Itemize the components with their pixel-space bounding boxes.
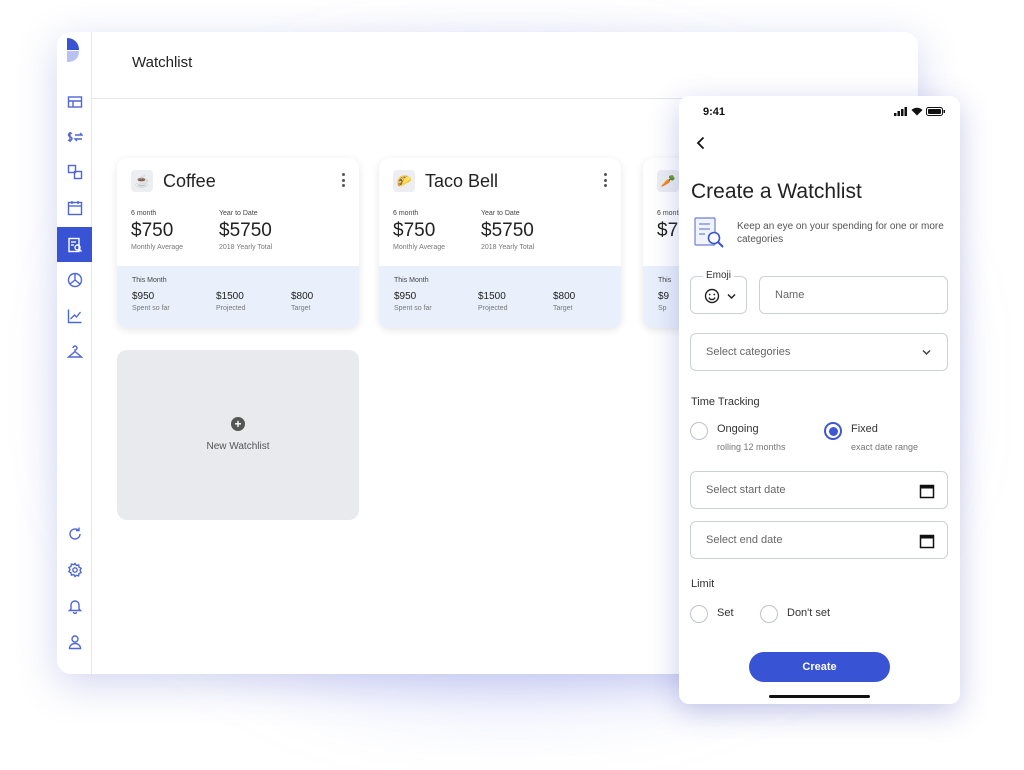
- ongoing-radio[interactable]: [690, 422, 708, 440]
- more-options-icon[interactable]: [603, 173, 607, 187]
- categories-select[interactable]: Select categories: [690, 333, 948, 371]
- bell-icon[interactable]: [57, 590, 92, 622]
- user-icon[interactable]: [57, 626, 92, 658]
- dashboard-icon[interactable]: [57, 86, 92, 118]
- dont-set-radio[interactable]: [760, 605, 778, 623]
- page-title: Watchlist: [132, 54, 193, 71]
- refresh-icon[interactable]: [57, 518, 92, 550]
- chevron-down-icon: [922, 349, 931, 356]
- this-month-panel: This Month $950 Spent so far $1500 Project…: [117, 266, 359, 328]
- calendar-icon[interactable]: [919, 483, 935, 499]
- set-label: Set: [717, 607, 734, 619]
- spent-stat: $950 Spent so far: [132, 291, 170, 312]
- watchlist-icon[interactable]: [57, 227, 92, 262]
- end-date-input[interactable]: Select end date: [690, 521, 948, 559]
- start-date-input[interactable]: Select start date: [690, 471, 948, 509]
- wifi-icon: [911, 107, 923, 116]
- sidebar: [57, 32, 92, 674]
- emoji-picker[interactable]: Emoji: [690, 270, 747, 314]
- status-time: 9:41: [703, 106, 726, 118]
- settings-icon[interactable]: [57, 554, 92, 586]
- ytd-stat: Year to Date $5750 2018 Yearly Total: [481, 210, 535, 251]
- screen-title: Create a Watchlist: [691, 180, 862, 203]
- new-watchlist-button[interactable]: + New Watchlist: [117, 350, 359, 520]
- calendar-icon[interactable]: [57, 192, 92, 224]
- mobile-create-watchlist-screen: 9:41 Create a Watchlist Keep an eye on y…: [679, 96, 960, 704]
- carrot-emoji-icon: 🥕: [657, 170, 679, 192]
- ongoing-label: Ongoing: [717, 423, 759, 435]
- spent-stat: $950 Spent so far: [394, 291, 432, 312]
- trend-icon[interactable]: [57, 300, 92, 332]
- logo-icon: [67, 38, 79, 62]
- target-stat: $800 Target: [553, 291, 576, 312]
- set-radio[interactable]: [690, 605, 708, 623]
- this-month-panel: This Month $950 Spent so far $1500 Project…: [379, 266, 621, 328]
- smiley-icon: [704, 288, 720, 304]
- spent-stat: $9 Sp: [658, 291, 670, 312]
- topbar: Watchlist: [92, 32, 918, 99]
- name-input[interactable]: Name: [759, 276, 948, 314]
- accounts-icon[interactable]: [57, 156, 92, 188]
- card-title: Coffee: [163, 170, 216, 191]
- projected-stat: $1500 Projected: [478, 291, 508, 312]
- transfer-icon[interactable]: [57, 121, 92, 153]
- battery-icon: [926, 107, 945, 116]
- plus-icon: +: [231, 417, 245, 431]
- create-button[interactable]: Create: [749, 652, 890, 682]
- ongoing-sublabel: rolling 12 months: [717, 442, 786, 452]
- watchlist-card-coffee[interactable]: ☕ Coffee 6 month $750 Monthly Average Ye…: [117, 158, 359, 328]
- coffee-emoji-icon: ☕: [131, 170, 153, 192]
- dont-set-label: Don't set: [787, 607, 831, 619]
- emoji-label: Emoji: [703, 270, 735, 281]
- status-icons: [894, 107, 946, 116]
- time-tracking-label: Time Tracking: [691, 396, 760, 408]
- intro-text: Keep an eye on your spending for one or …: [737, 221, 944, 245]
- pie-chart-icon[interactable]: [57, 264, 92, 296]
- taco-emoji-icon: 🌮: [393, 170, 415, 192]
- signal-icon: [894, 107, 907, 116]
- six-month-stat: 6 month $750 Monthly Average: [393, 210, 446, 251]
- watchlist-card-taco-bell[interactable]: 🌮 Taco Bell 6 month $750 Monthly Average…: [379, 158, 621, 328]
- fixed-radio[interactable]: [824, 422, 842, 440]
- hanger-icon[interactable]: [57, 336, 92, 368]
- ytd-stat: Year to Date $5750 2018 Yearly Total: [219, 210, 273, 251]
- watchlist-illustration-icon: [694, 217, 724, 248]
- back-arrow-icon[interactable]: [694, 136, 708, 150]
- limit-label: Limit: [691, 578, 715, 590]
- fixed-label: Fixed: [851, 423, 878, 435]
- home-indicator: [769, 695, 870, 698]
- new-watchlist-label: New Watchlist: [206, 441, 270, 452]
- chevron-down-icon: [727, 293, 736, 300]
- projected-stat: $1500 Projected: [216, 291, 246, 312]
- six-month-stat: 6 month $750 Monthly Average: [131, 210, 184, 251]
- card-title: Taco Bell: [425, 170, 499, 191]
- target-stat: $800 Target: [291, 291, 314, 312]
- fixed-sublabel: exact date range: [851, 442, 919, 452]
- calendar-icon[interactable]: [919, 533, 935, 549]
- more-options-icon[interactable]: [341, 173, 345, 187]
